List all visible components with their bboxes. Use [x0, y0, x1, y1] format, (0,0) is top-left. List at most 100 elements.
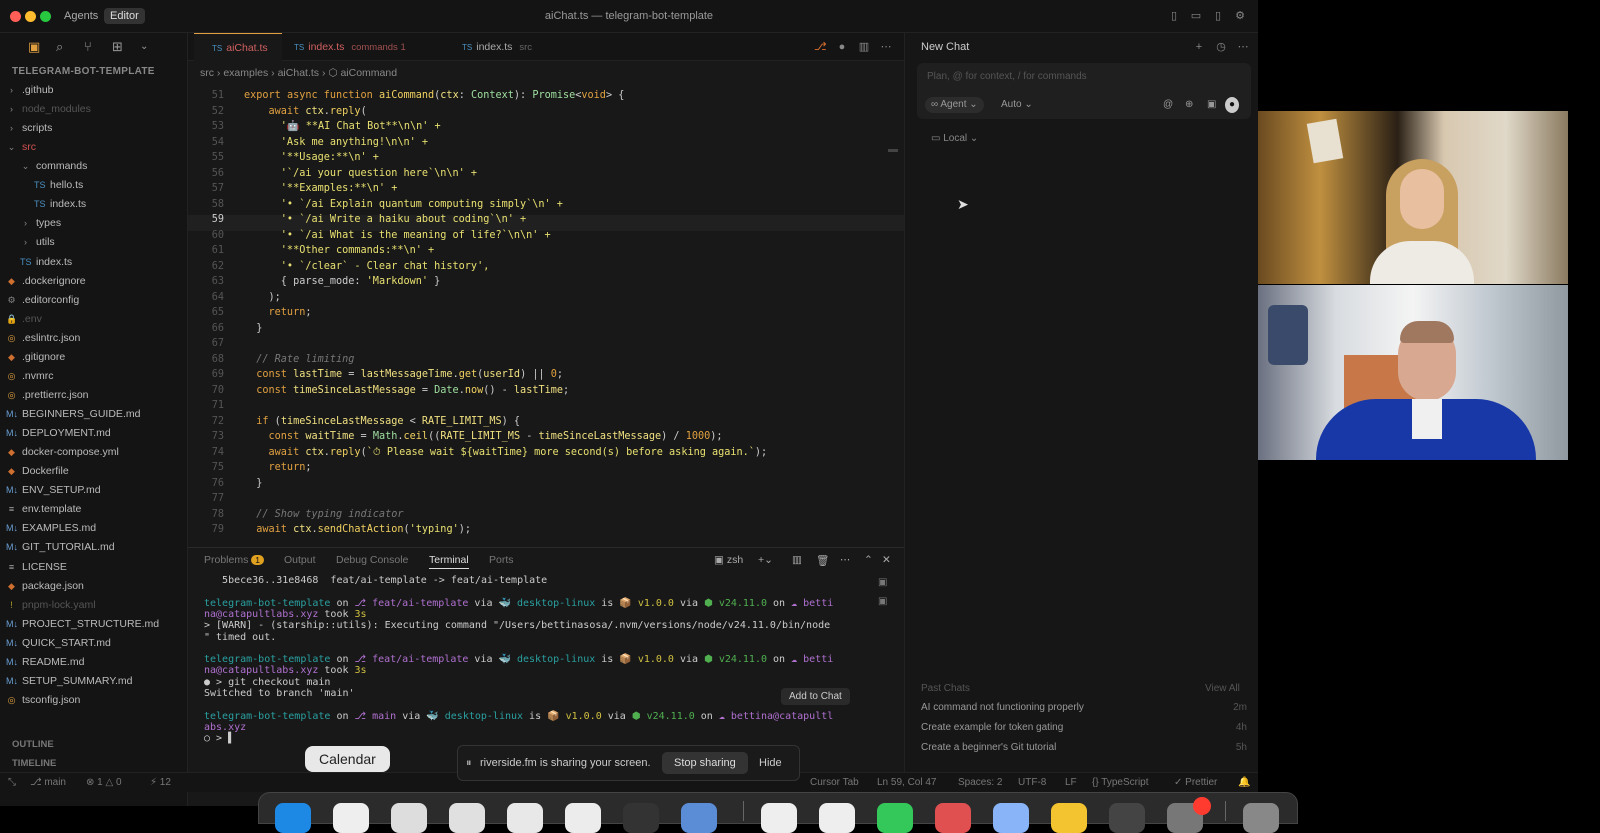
- file-tree-item[interactable]: TS index.ts: [20, 253, 72, 272]
- file-tree-item[interactable]: M↓ PROJECT_STRUCTURE.md: [6, 615, 159, 634]
- notifications-icon[interactable]: 🔔: [1238, 777, 1250, 788]
- chat-composer[interactable]: Plan, @ for context, / for commands ∞ Ag…: [917, 63, 1251, 119]
- file-tree-item[interactable]: ◎ .nvmrc: [6, 367, 54, 386]
- model-dropdown[interactable]: Auto ⌄: [995, 97, 1039, 113]
- file-tree-item[interactable]: ◆ .gitignore: [6, 348, 65, 367]
- terminal-shell-selector[interactable]: ▣ zsh: [714, 554, 743, 566]
- dock-app-icon[interactable]: [1109, 803, 1145, 833]
- calendar-icon[interactable]: [333, 803, 369, 833]
- past-chat-item[interactable]: Create example for token gating 4h: [921, 722, 1247, 733]
- dock-app-icon[interactable]: [819, 803, 855, 833]
- file-tree-item[interactable]: ◎ tsconfig.json: [6, 691, 81, 710]
- indentation[interactable]: Spaces: 2: [958, 777, 1002, 788]
- mention-icon[interactable]: @: [1157, 97, 1179, 113]
- image-icon[interactable]: ▣: [1201, 97, 1222, 113]
- maximize-panel-icon[interactable]: ⌃: [864, 554, 873, 566]
- past-chat-item[interactable]: Create a beginner's Git tutorial 5h: [921, 742, 1247, 753]
- tab-output[interactable]: Output: [284, 554, 316, 566]
- dock-app-icon[interactable]: [681, 803, 717, 833]
- breadcrumb[interactable]: src › examples › aiChat.ts › ⬡ aiCommand: [200, 67, 397, 79]
- terminal-app-icon[interactable]: [623, 803, 659, 833]
- file-tree-item[interactable]: ! pnpm-lock.yaml: [6, 596, 95, 615]
- chevron-down-icon[interactable]: ⌄: [140, 40, 148, 54]
- outline-section[interactable]: OUTLINE: [12, 739, 54, 750]
- history-icon[interactable]: ◷: [1215, 41, 1227, 53]
- file-tree-item[interactable]: M↓ SETUP_SUMMARY.md: [6, 672, 132, 691]
- problems-indicator[interactable]: ⊗ 1 △ 0: [86, 777, 122, 788]
- file-tree-item[interactable]: › utils: [20, 233, 55, 252]
- file-tree-item[interactable]: 🔒 .env: [6, 310, 42, 329]
- files-icon[interactable]: ▣: [28, 40, 40, 54]
- stop-sharing-button[interactable]: Stop sharing: [662, 752, 748, 774]
- remote-icon[interactable]: ⤡: [8, 777, 16, 788]
- extensions-icon[interactable]: ⊞: [112, 40, 123, 54]
- cursor-tab-status[interactable]: Cursor Tab: [810, 777, 859, 788]
- file-tree-item[interactable]: M↓ BEGINNERS_GUIDE.md: [6, 405, 140, 424]
- location-selector[interactable]: ▭ Local ⌄: [931, 133, 978, 144]
- tab-problems[interactable]: Problems 1: [204, 554, 265, 566]
- language-mode[interactable]: {} TypeScript: [1092, 777, 1149, 788]
- file-tree-item[interactable]: ◎ .eslintrc.json: [6, 329, 81, 348]
- code-editor[interactable]: 51 export async function aiCommand(ctx: C…: [188, 87, 904, 545]
- settings-icon[interactable]: ⚙: [1234, 10, 1246, 22]
- file-tree-item[interactable]: TS index.ts: [34, 195, 86, 214]
- file-tree-item[interactable]: ≡ env.template: [6, 500, 81, 519]
- past-chat-item[interactable]: AI command not functioning properly 2m: [921, 702, 1247, 713]
- dock-app-icon[interactable]: [935, 803, 971, 833]
- dock-app-icon[interactable]: [449, 803, 485, 833]
- messages-icon[interactable]: [877, 803, 913, 833]
- encoding[interactable]: UTF-8: [1018, 777, 1046, 788]
- timeline-section[interactable]: TIMELINE: [12, 758, 56, 769]
- file-tree-item[interactable]: ◆ package.json: [6, 577, 84, 596]
- microphone-icon[interactable]: ●: [1225, 97, 1240, 113]
- prettier-status[interactable]: ✓ Prettier: [1174, 777, 1217, 788]
- tab-ports[interactable]: Ports: [489, 554, 514, 566]
- run-icon[interactable]: ●: [836, 41, 848, 53]
- agent-mode-dropdown[interactable]: ∞ Agent ⌄: [925, 97, 984, 113]
- more-icon[interactable]: ⋯: [880, 41, 892, 53]
- more-icon[interactable]: ⋯: [840, 554, 851, 566]
- file-tree-item[interactable]: M↓ QUICK_START.md: [6, 634, 111, 653]
- toggle-sidebar-icon[interactable]: ▯: [1168, 10, 1180, 22]
- file-tree-item[interactable]: M↓ EXAMPLES.md: [6, 519, 96, 538]
- workspace-root[interactable]: TELEGRAM-BOT-TEMPLATE: [12, 66, 155, 77]
- terminal-list-icon[interactable]: ▣: [878, 577, 887, 588]
- file-tree-item[interactable]: M↓ README.md: [6, 653, 84, 672]
- tab-src-index[interactable]: TS index.ts src: [454, 33, 564, 61]
- dock-app-icon[interactable]: [565, 803, 601, 833]
- source-control-icon[interactable]: ⑂: [84, 40, 92, 54]
- new-terminal-icon[interactable]: +⌄: [758, 554, 773, 566]
- hide-button[interactable]: Hide: [759, 757, 782, 769]
- new-chat-icon[interactable]: +: [1193, 41, 1205, 53]
- split-terminal-icon[interactable]: ▥: [792, 554, 802, 566]
- finder-icon[interactable]: [275, 803, 311, 833]
- ports-indicator[interactable]: ⚡ 12: [150, 777, 171, 788]
- trash-icon[interactable]: 🗑: [816, 554, 829, 567]
- file-tree-item[interactable]: ◆ docker-compose.yml: [6, 443, 119, 462]
- terminal-list-icon[interactable]: ▣: [878, 596, 887, 607]
- file-tree-item[interactable]: ≡ LICENSE: [6, 558, 67, 577]
- tab-aichat[interactable]: TS aiChat.ts: [194, 33, 282, 61]
- dock-app-icon[interactable]: [391, 803, 427, 833]
- tab-commands-index[interactable]: TS index.ts commands 1: [284, 33, 454, 61]
- branch-indicator[interactable]: ⎇ main: [30, 777, 66, 788]
- file-tree-item[interactable]: ⌄ src: [6, 138, 36, 157]
- toggle-panel-icon[interactable]: ▭: [1190, 10, 1202, 22]
- split-editor-icon[interactable]: ▥: [858, 41, 870, 53]
- tab-debug-console[interactable]: Debug Console: [336, 554, 408, 566]
- dock-app-icon[interactable]: [761, 803, 797, 833]
- file-tree-item[interactable]: › .github: [6, 81, 54, 100]
- file-tree-item[interactable]: ◎ .prettierrc.json: [6, 386, 89, 405]
- dock-app-icon[interactable]: [507, 803, 543, 833]
- git-compare-icon[interactable]: ⎇: [814, 41, 827, 53]
- file-tree-item[interactable]: › node_modules: [6, 100, 91, 119]
- file-tree-item[interactable]: › scripts: [6, 119, 52, 138]
- close-panel-icon[interactable]: ✕: [882, 554, 891, 566]
- file-tree-item[interactable]: ◆ Dockerfile: [6, 462, 69, 481]
- end-of-line[interactable]: LF: [1065, 777, 1077, 788]
- tab-terminal[interactable]: Terminal: [429, 554, 469, 569]
- toggle-chat-icon[interactable]: ▯: [1212, 10, 1224, 22]
- trash-icon[interactable]: [1243, 803, 1279, 833]
- file-tree-item[interactable]: TS hello.ts: [34, 176, 83, 195]
- globe-icon[interactable]: ⊕: [1179, 97, 1199, 113]
